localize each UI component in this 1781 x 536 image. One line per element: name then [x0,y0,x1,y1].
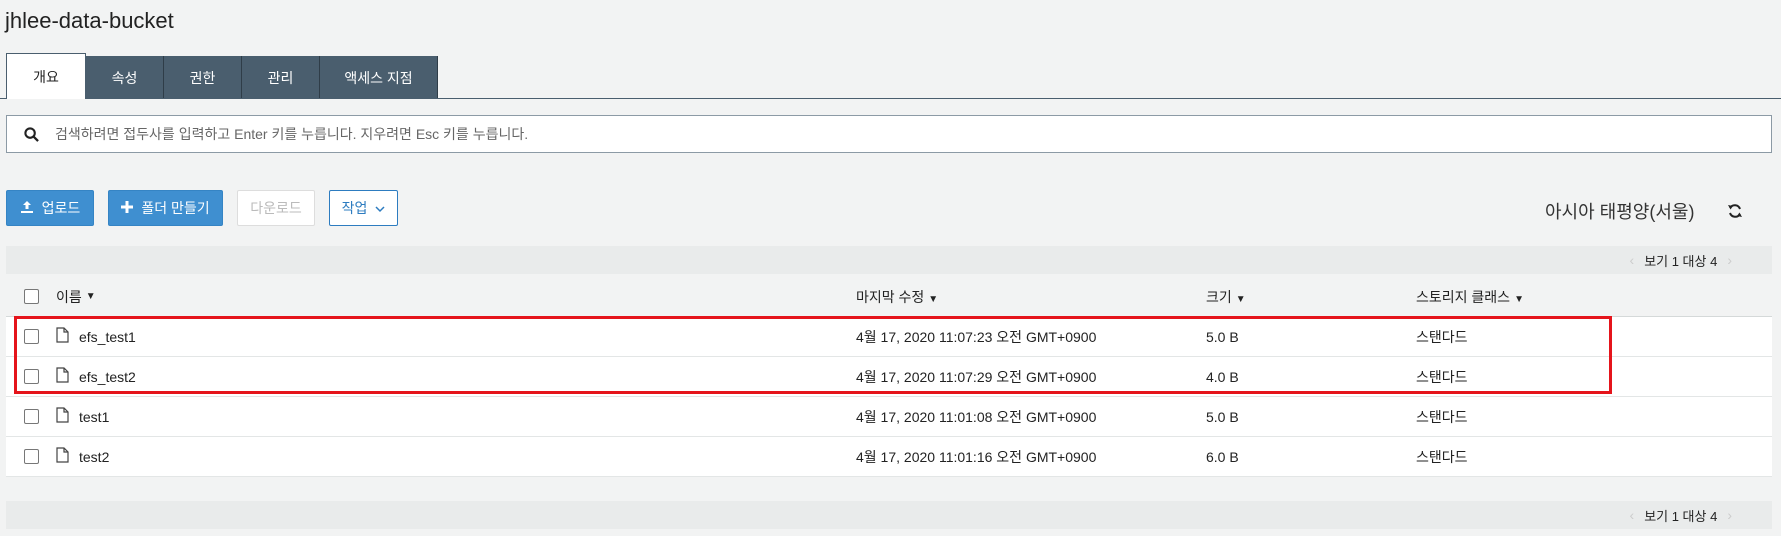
storage-class-column-header[interactable]: 스토리지 클래스 ▼ [1416,287,1772,307]
storage-class-cell: 스탠다드 [1416,328,1468,345]
refresh-icon[interactable] [1727,203,1743,224]
region-label: 아시아 태평양(서울) [1545,202,1695,222]
upload-icon [20,200,34,217]
tab-bar: 개요 속성 권한 관리 액세스 지점 [6,53,438,99]
file-icon [56,407,69,426]
row-checkbox[interactable] [23,329,39,344]
upload-label: 업로드 [41,200,81,216]
search-box [6,115,1772,153]
file-icon [56,327,69,346]
prev-page-icon[interactable]: ‹ [1630,507,1635,523]
create-folder-button[interactable]: 폴더 만들기 [108,190,223,226]
table-row[interactable]: efs_test1 4월 17, 2020 11:07:23 오전 GMT+09… [6,317,1772,357]
actions-dropdown[interactable]: 작업 [329,190,398,226]
tab-properties[interactable]: 속성 [86,56,164,99]
upload-button[interactable]: 업로드 [6,190,94,226]
object-name-link[interactable]: efs_test1 [79,329,136,345]
search-input[interactable] [55,126,1771,142]
actions-label: 작업 [341,200,368,216]
size-cell: 5.0 B [1206,408,1239,425]
row-checkbox[interactable] [23,449,39,464]
next-page-icon[interactable]: › [1727,507,1732,523]
tab-management[interactable]: 관리 [242,56,320,99]
create-folder-label: 폴더 만들기 [141,200,210,216]
modified-cell: 4월 17, 2020 11:07:23 오전 GMT+0900 [856,328,1097,345]
tab-overview[interactable]: 개요 [6,53,86,99]
modified-cell: 4월 17, 2020 11:01:08 오전 GMT+0900 [856,408,1097,425]
sort-caret-icon: ▼ [85,291,96,302]
file-icon [56,367,69,386]
table-row[interactable]: test2 4월 17, 2020 11:01:16 오전 GMT+0900 6… [6,437,1772,477]
size-column-header[interactable]: 크기 ▼ [1206,287,1416,307]
name-column-header[interactable]: 이름 ▼ [56,287,856,307]
chevron-down-icon [375,200,385,216]
pager-top: ‹ 보기 1 대상 4 › [6,246,1772,274]
modified-column-header[interactable]: 마지막 수정 ▼ [856,287,1206,307]
storage-class-cell: 스탠다드 [1416,408,1468,425]
size-cell: 6.0 B [1206,448,1239,465]
prev-page-icon[interactable]: ‹ [1630,252,1635,268]
sort-caret-icon: ▼ [1235,293,1246,305]
pager-label: 보기 1 대상 4 [1644,253,1718,269]
table-row[interactable]: test1 4월 17, 2020 11:01:08 오전 GMT+0900 5… [6,397,1772,437]
modified-cell: 4월 17, 2020 11:01:16 오전 GMT+0900 [856,448,1097,465]
object-name-link[interactable]: efs_test2 [79,369,136,385]
download-button[interactable]: 다운로드 [237,190,315,226]
tab-divider [0,98,1781,99]
storage-class-cell: 스탠다드 [1416,448,1468,465]
plus-icon [121,200,134,216]
table-row[interactable]: efs_test2 4월 17, 2020 11:07:29 오전 GMT+09… [6,357,1772,397]
storage-class-cell: 스탠다드 [1416,368,1468,385]
bucket-title: jhlee-data-bucket [5,8,174,33]
pager-bottom: ‹ 보기 1 대상 4 › [6,501,1772,529]
size-cell: 4.0 B [1206,368,1239,385]
modified-cell: 4월 17, 2020 11:07:29 오전 GMT+0900 [856,368,1097,385]
pager-label: 보기 1 대상 4 [1644,508,1718,524]
object-name-link[interactable]: test2 [79,449,109,465]
size-cell: 5.0 B [1206,328,1239,345]
sort-caret-icon: ▼ [928,293,939,305]
table-header: 이름 ▼ 마지막 수정 ▼ 크기 ▼ 스토리지 클래스 ▼ [6,277,1772,317]
next-page-icon[interactable]: › [1727,252,1732,268]
tab-permissions[interactable]: 권한 [164,56,242,99]
row-checkbox[interactable] [23,409,39,424]
select-all-checkbox[interactable] [23,289,39,304]
search-icon [7,126,55,142]
row-checkbox[interactable] [23,369,39,384]
sort-caret-icon: ▼ [1514,293,1524,305]
file-icon [56,447,69,466]
object-name-link[interactable]: test1 [79,409,109,425]
objects-table: 이름 ▼ 마지막 수정 ▼ 크기 ▼ 스토리지 클래스 ▼ efs_test1 4월 1… [6,277,1772,477]
tab-access-points[interactable]: 액세스 지점 [320,56,438,99]
